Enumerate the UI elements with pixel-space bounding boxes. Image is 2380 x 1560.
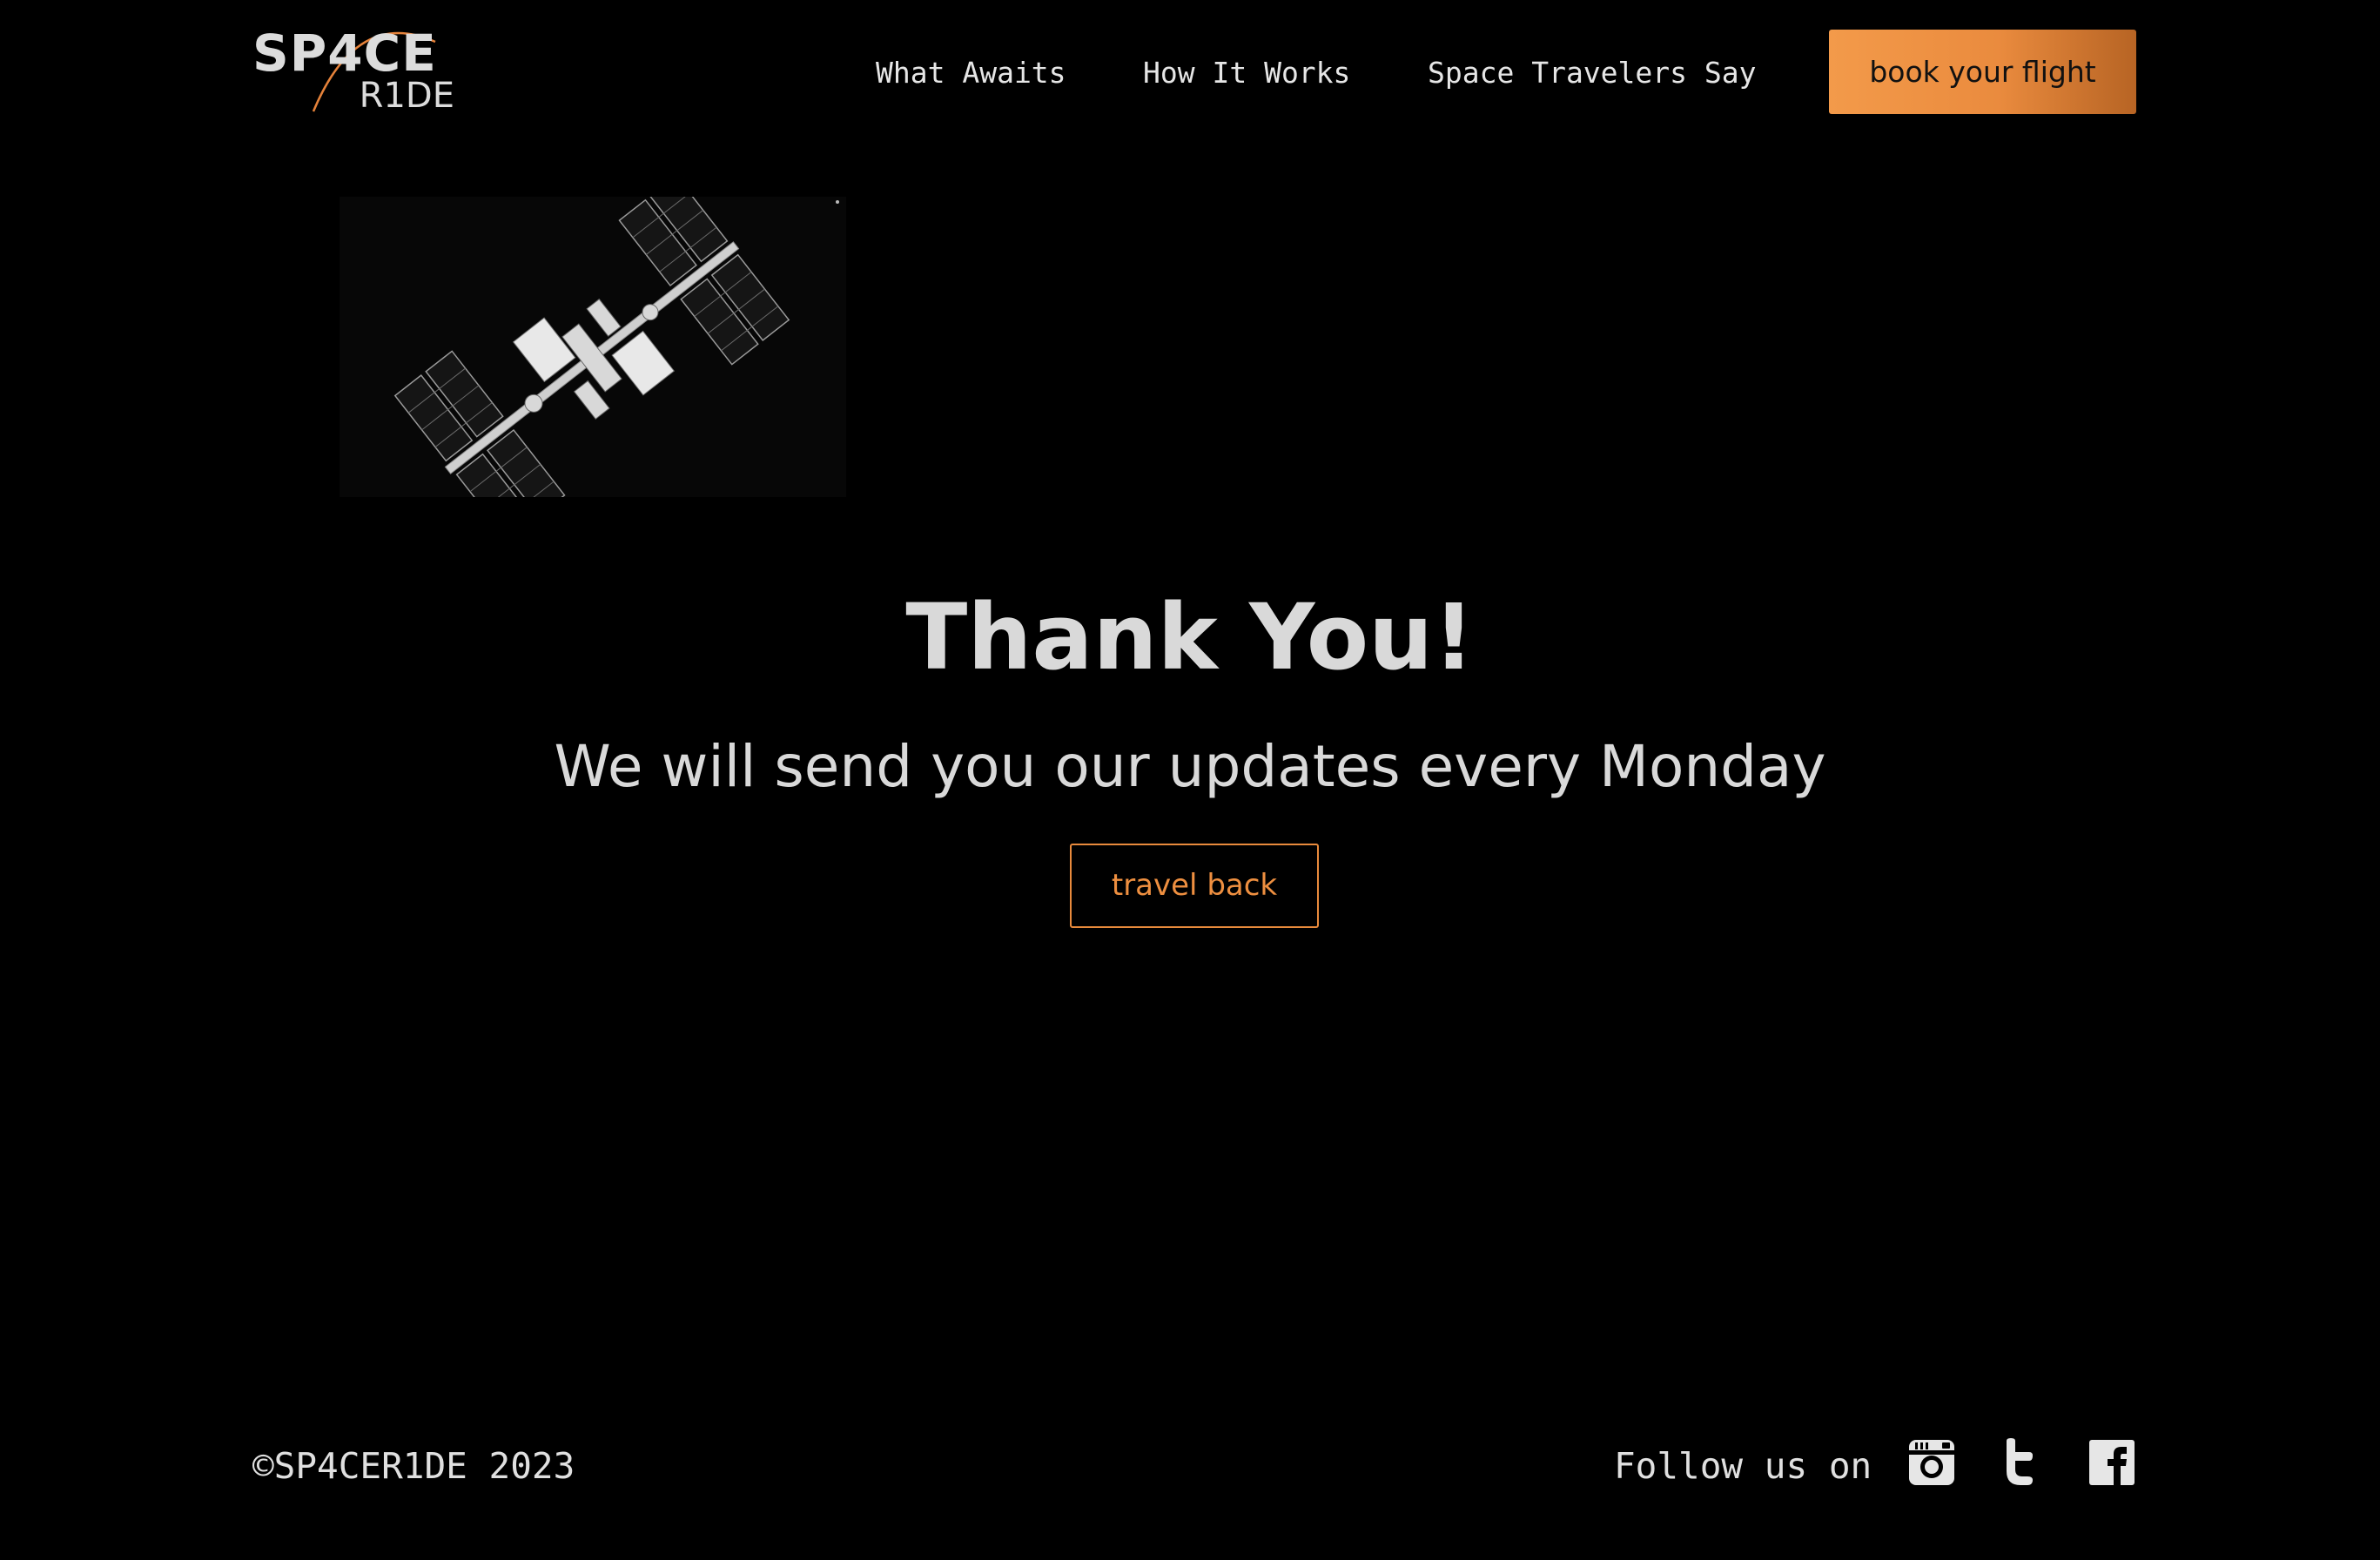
nav-link-what-awaits[interactable]: What Awaits xyxy=(876,54,1066,92)
travel-back-button[interactable]: travel back xyxy=(1070,844,1319,928)
thank-you-title: Thank You! xyxy=(905,584,1475,690)
nav-link-space-travelers-say[interactable]: Space Travelers Say xyxy=(1428,54,1757,92)
instagram-icon[interactable] xyxy=(1907,1438,1956,1487)
space-station-icon xyxy=(340,174,846,541)
logo-wordmark-bottom: R1DE xyxy=(359,76,454,116)
footer-copyright: ©SP4CER1DE 2023 xyxy=(252,1445,575,1487)
nav-link-how-it-works[interactable]: How It Works xyxy=(1143,54,1350,92)
twitter-icon[interactable] xyxy=(1998,1438,2047,1487)
facebook-icon[interactable] xyxy=(2088,1438,2136,1487)
book-flight-button[interactable]: book your flight xyxy=(1829,30,2136,114)
follow-us-label: Follow us on xyxy=(1614,1445,1872,1487)
logo-wordmark-top: SP4CE xyxy=(252,24,437,83)
site-header: SP4CE R1DE What Awaits How It Works Spac… xyxy=(0,0,2380,145)
logo[interactable]: SP4CE R1DE xyxy=(252,24,454,116)
updates-subtitle: We will send you our updates every Monda… xyxy=(554,733,1826,800)
